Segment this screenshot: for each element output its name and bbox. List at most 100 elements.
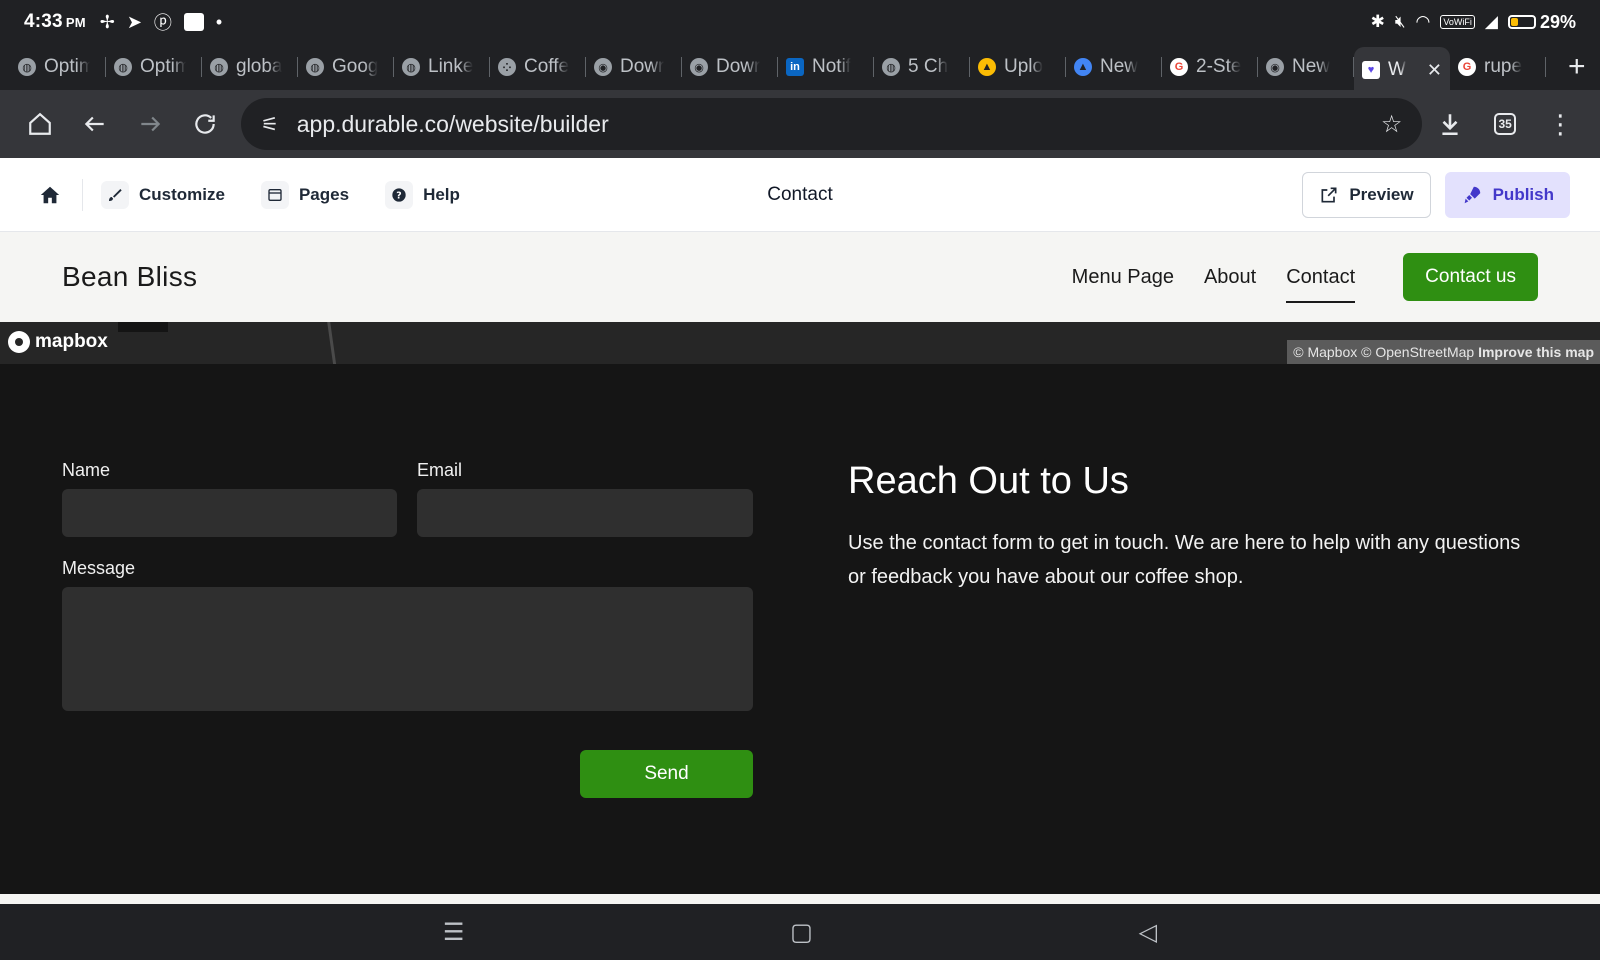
forward-arrow-icon[interactable] (122, 96, 177, 152)
back-triangle-icon[interactable]: ◁ (1139, 918, 1157, 947)
browser-tab[interactable]: in Notif (778, 47, 874, 87)
pages-button[interactable]: Pages (260, 180, 350, 209)
tab-title: Linke (428, 56, 474, 77)
tab-count: 35 (1494, 113, 1517, 135)
browser-tab-strip: ◍ Optim ◍ Optim ◍ global ◍ Googl ◍ Linke ⁘ Coffe ◉ Do… (0, 44, 1600, 93)
globe-icon: ◍ (306, 58, 324, 76)
clock: 4:33 PM (24, 11, 86, 32)
email-input[interactable] (417, 489, 753, 537)
google-icon: G (1170, 58, 1188, 76)
tab-title: 5 Ch (908, 56, 949, 77)
divider (82, 178, 83, 211)
question-icon: ? (385, 180, 414, 209)
publish-button[interactable]: Publish (1444, 171, 1570, 218)
tab-title: Dowr (620, 56, 665, 77)
dots-icon: ⁘ (498, 58, 516, 76)
durable-icon: ♥ (1362, 61, 1380, 79)
bookmark-star-icon[interactable]: ☆ (1381, 110, 1403, 139)
browser-tab[interactable]: ◍ 5 Ch (874, 47, 970, 87)
tab-title: Optim (140, 56, 186, 77)
notification-app-icon (183, 13, 204, 31)
tab-title: Optim (44, 56, 90, 77)
chrome-icon: ◉ (1266, 58, 1284, 76)
bluetooth-icon: ✱ (1370, 12, 1385, 31)
signal-icon: ◢ (1484, 12, 1498, 31)
customize-button[interactable]: Customize (101, 180, 225, 209)
browser-tab[interactable]: ◍ Linke (394, 47, 490, 87)
fan-icon: ✢ (99, 11, 115, 32)
name-input[interactable] (62, 489, 397, 537)
browser-tab[interactable]: ▲ New (1066, 47, 1162, 87)
url-text[interactable]: app.durable.co/website/builder (297, 111, 1381, 138)
improve-map-link[interactable]: Improve this map (1478, 344, 1594, 360)
mapbox-logo[interactable]: mapbox (8, 331, 108, 353)
tab-switcher-button[interactable]: 35 (1478, 96, 1533, 152)
message-textarea[interactable] (62, 587, 753, 711)
name-label: Name (62, 460, 111, 480)
back-arrow-icon[interactable] (67, 96, 122, 152)
browser-tab[interactable]: ▲ Uplo (970, 47, 1066, 87)
overflow-menu-icon[interactable]: ⋮ (1533, 96, 1588, 152)
email-label: Email (417, 460, 463, 480)
builder-home-icon[interactable] (30, 175, 70, 215)
globe-icon: ◍ (882, 58, 900, 76)
nav-contact[interactable]: Contact (1286, 256, 1355, 303)
close-tab-icon[interactable]: ✕ (1427, 60, 1442, 81)
nav-about[interactable]: About (1204, 256, 1256, 299)
browser-tab[interactable]: ◍ global (202, 47, 298, 87)
map-embed[interactable]: mapbox © Mapbox © OpenStreetMap Improve … (0, 322, 1600, 364)
linkedin-icon: in (786, 58, 804, 76)
globe-icon: ◍ (402, 58, 420, 76)
pages-label: Pages (298, 184, 350, 204)
battery-icon (1507, 15, 1536, 29)
brush-icon (101, 180, 129, 209)
rocket-icon (1464, 186, 1480, 203)
google-ads-icon: ▲ (1074, 58, 1092, 76)
contact-description: Use the contact form to get in touch. We… (848, 532, 1521, 588)
address-bar[interactable]: ⚟ app.durable.co/website/builder ☆ (240, 98, 1423, 150)
new-tab-plus-icon[interactable]: + (1568, 50, 1586, 84)
send-button[interactable]: Send (580, 750, 753, 798)
reload-icon[interactable] (178, 96, 233, 152)
tab-title: 2-Ste (1196, 56, 1242, 77)
site-brand[interactable]: Bean Bliss (62, 261, 197, 293)
browser-tab[interactable]: G 2-Ste (1162, 47, 1258, 87)
next-section-edge (0, 894, 1600, 904)
browser-tab[interactable]: ◉ New (1258, 47, 1354, 87)
map-feature (118, 322, 168, 332)
preview-button[interactable]: Preview (1302, 171, 1431, 218)
browser-tab[interactable]: ◍ Googl (298, 47, 394, 87)
builder-toolbar: Customize Pages ? Help Contact Preview P… (0, 158, 1600, 232)
svg-text:?: ? (396, 190, 401, 201)
home-square-icon[interactable]: ▢ (790, 918, 813, 947)
browser-tab[interactable]: ♥ W ✕ (1354, 47, 1450, 93)
wifi-icon: ◠ (1415, 12, 1431, 31)
download-icon[interactable] (1422, 96, 1477, 152)
help-button[interactable]: ? Help (385, 180, 460, 209)
nav-menu-page[interactable]: Menu Page (1072, 256, 1174, 299)
browser-tab[interactable]: ◍ Optim (10, 47, 106, 87)
more-notifications-dot-icon: • (215, 11, 223, 32)
contact-us-button[interactable]: Contact us (1403, 253, 1538, 301)
tab-title: W (1388, 59, 1406, 80)
upload-icon: ▲ (978, 58, 996, 76)
map-attribution: © Mapbox © OpenStreetMap Improve this ma… (1287, 340, 1600, 364)
site-settings-icon[interactable]: ⚟ (261, 112, 279, 137)
browser-tab[interactable]: ◉ Dowr (682, 47, 778, 87)
help-label: Help (423, 184, 460, 204)
tab-title: global (236, 56, 282, 77)
recents-menu-icon[interactable]: ☰ (443, 918, 465, 947)
android-status-bar: 4:33 PM ✢ ➤ ⓟ • ✱ 🔇︎ ◠ VoWiFi ◢ 29% (0, 0, 1600, 44)
battery-indicator: 29% (1507, 12, 1576, 33)
browser-tab[interactable]: ⁘ Coffe (490, 47, 586, 87)
vowifi-badge: VoWiFi (1440, 15, 1475, 29)
globe-icon: ◍ (114, 58, 132, 76)
contact-section: Name Email Message Send Reach Out to Us … (0, 364, 1600, 894)
tab-title: Googl (332, 56, 378, 77)
browser-tab[interactable]: Grupe (1450, 47, 1546, 87)
home-icon[interactable] (12, 96, 67, 152)
browser-tab[interactable]: ◉ Dowr (586, 47, 682, 87)
mapbox-icon (8, 331, 30, 353)
browser-tab[interactable]: ◍ Optim (106, 47, 202, 87)
site-nav: Menu Page About Contact (1072, 256, 1355, 303)
